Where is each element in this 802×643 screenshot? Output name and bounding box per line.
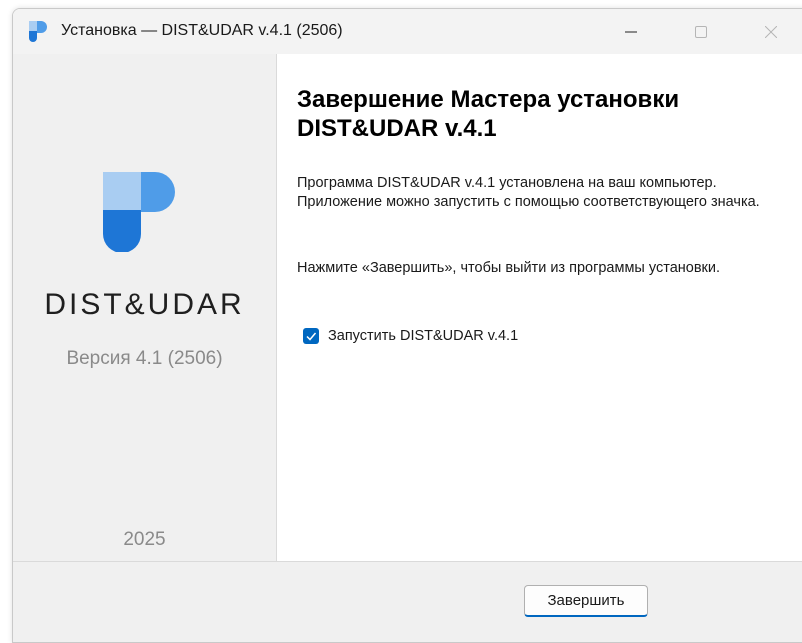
content-panel: Завершение Мастера установки DIST&UDAR v… xyxy=(277,54,802,561)
installed-message: Программа DIST&UDAR v.4.1 установлена на… xyxy=(297,175,760,210)
close-button[interactable] xyxy=(736,9,802,54)
launch-checkbox[interactable] xyxy=(303,328,319,344)
dist-udar-logo-icon xyxy=(103,172,175,252)
maximize-button[interactable] xyxy=(666,9,736,54)
launch-checkbox-label[interactable]: Запустить DIST&UDAR v.4.1 xyxy=(328,328,518,344)
sidebar-panel: DIST&UDAR Версия 4.1 (2506) 2025 xyxy=(13,54,277,561)
footer-bar: Завершить xyxy=(13,561,802,642)
maximize-icon xyxy=(695,25,707,38)
app-icon xyxy=(29,21,47,42)
brand-name: DIST&UDAR xyxy=(44,288,245,321)
page-title: Завершение Мастера установки DIST&UDAR v… xyxy=(297,86,680,142)
minimize-icon xyxy=(625,31,637,32)
launch-checkbox-row[interactable]: Запустить DIST&UDAR v.4.1 xyxy=(303,326,518,346)
close-icon xyxy=(765,25,777,38)
year-label: 2025 xyxy=(123,529,166,550)
checkmark-icon xyxy=(306,332,317,341)
version-label: Версия 4.1 (2506) xyxy=(66,348,223,369)
window-title: Установка — DIST&UDAR v.4.1 (2506) xyxy=(61,22,343,39)
minimize-button[interactable] xyxy=(596,9,666,54)
exit-instructions: Нажмите «Завершить», чтобы выйти из прог… xyxy=(297,260,721,276)
finish-button[interactable]: Завершить xyxy=(524,585,648,617)
installer-window: Установка — DIST&UDAR v.4.1 (2506) DIST&… xyxy=(12,8,802,643)
title-bar[interactable]: Установка — DIST&UDAR v.4.1 (2506) xyxy=(13,9,802,54)
